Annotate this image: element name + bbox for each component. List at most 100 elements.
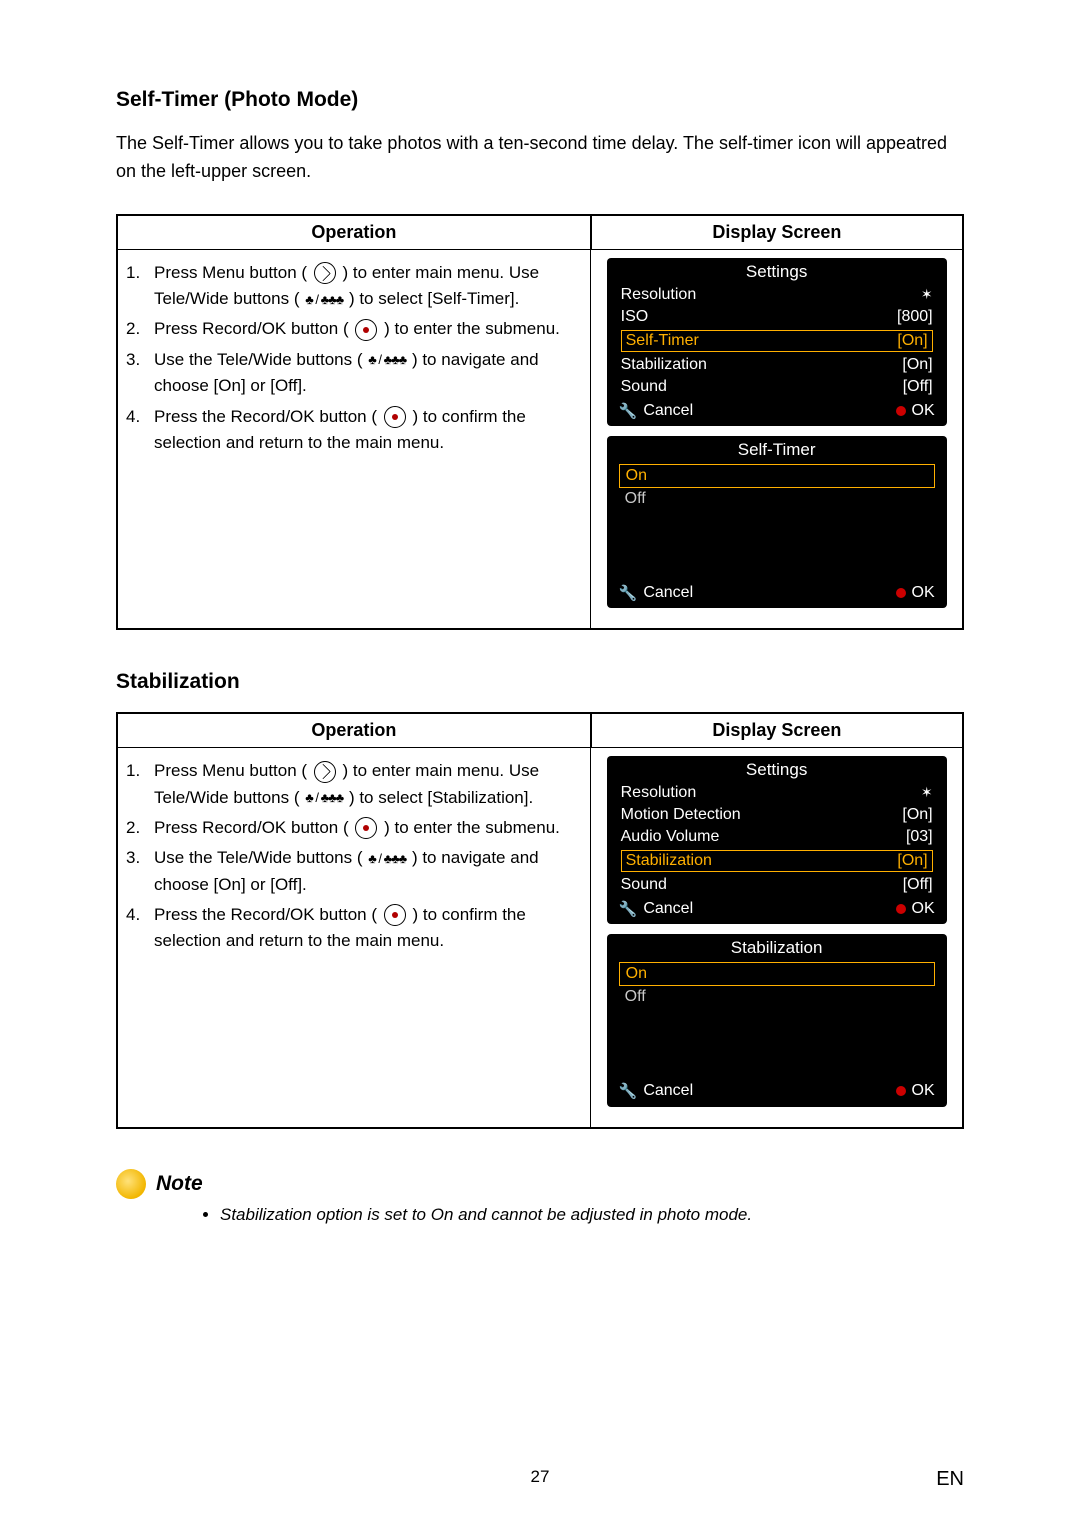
- t: OK: [912, 900, 935, 917]
- lcd-title: Self-Timer: [607, 436, 947, 462]
- lcd-row-value: [Off]: [903, 876, 933, 894]
- col-operation: Operation: [117, 215, 591, 250]
- wrench-icon: 🔧: [619, 584, 638, 602]
- lcd-row-label: Sound: [621, 378, 667, 396]
- t: Press the Record/OK button (: [154, 407, 377, 426]
- lcd-row-value: [Off]: [903, 378, 933, 396]
- record-ok-icon: [355, 319, 377, 341]
- star-icon: ✶: [921, 286, 933, 304]
- lcd-row-label: Audio Volume: [621, 828, 720, 846]
- t: Cancel: [643, 584, 693, 601]
- step-text: Use the Tele/Wide buttons ( ♣ / ♣♣♣ ) to…: [154, 845, 578, 898]
- lcd-cancel: 🔧 Cancel: [619, 402, 694, 420]
- t: Press Menu button (: [154, 263, 307, 282]
- lcd-row-label: Stabilization: [626, 852, 712, 870]
- step-num: 4.: [126, 404, 154, 457]
- wrench-icon: 🔧: [619, 402, 638, 420]
- selftimer-table: Operation Display Screen 1. Press Menu b…: [116, 214, 964, 630]
- lcd-row-label: Self-Timer: [626, 332, 699, 350]
- record-dot-icon: [896, 904, 906, 914]
- lcd-ok: OK: [896, 900, 935, 918]
- t: Press Menu button (: [154, 761, 307, 780]
- step-num: 1.: [126, 260, 154, 313]
- t: Press the Record/OK button (: [154, 905, 377, 924]
- t: Use the Tele/Wide buttons (: [154, 848, 363, 867]
- tele-wide-icon: ♣ / ♣♣♣: [368, 350, 406, 370]
- step-num: 3.: [126, 347, 154, 400]
- lcd-option-on: On: [619, 464, 935, 488]
- lcd-row-value: [03]: [906, 828, 933, 846]
- t: Cancel: [643, 1083, 693, 1100]
- step-text: Press the Record/OK button ( ) to confir…: [154, 404, 578, 457]
- lcd-option-off: Off: [619, 986, 935, 1008]
- tele-wide-icon: ♣ / ♣♣♣: [305, 290, 343, 310]
- t: ) to enter the submenu.: [384, 319, 560, 338]
- col-display: Display Screen: [591, 215, 963, 250]
- lcd-row-label: Motion Detection: [621, 806, 741, 824]
- lcd-row-value: [On]: [902, 806, 932, 824]
- t: OK: [912, 584, 935, 601]
- stabilization-operation-cell: 1. Press Menu button ( ) to enter main m…: [117, 748, 591, 1128]
- wrench-icon: 🔧: [619, 900, 638, 918]
- lcd-cancel: 🔧 Cancel: [619, 900, 694, 918]
- lcd-row-value: [On]: [902, 356, 932, 374]
- t: OK: [912, 1082, 935, 1099]
- col-operation: Operation: [117, 713, 591, 748]
- lcd-row-label: Resolution: [621, 784, 697, 802]
- lcd-row-label: ISO: [621, 308, 649, 326]
- stabilization-heading: Stabilization: [116, 670, 964, 694]
- lcd-ok: OK: [896, 402, 935, 420]
- stabilization-table: Operation Display Screen 1. Press Menu b…: [116, 712, 964, 1128]
- record-dot-icon: [896, 1086, 906, 1096]
- step-num: 1.: [126, 758, 154, 811]
- lcd-row-value: [On]: [897, 852, 927, 870]
- record-dot-icon: [896, 406, 906, 416]
- lcd-ok: OK: [896, 1082, 935, 1100]
- step-num: 2.: [126, 316, 154, 342]
- lcd-title: Settings: [607, 756, 947, 782]
- t: Press Record/OK button (: [154, 319, 349, 338]
- t: OK: [912, 402, 935, 419]
- t: ) to enter the submenu.: [384, 818, 560, 837]
- note-block: Note Stabilization option is set to On a…: [116, 1169, 964, 1225]
- step-num: 3.: [126, 845, 154, 898]
- lcd-selftimer-sub: Self-Timer On Off 🔧 Cancel OK: [607, 436, 947, 608]
- lcd-settings: Settings Resolution ✶ Motion Detection […: [607, 756, 947, 924]
- menu-button-icon: [314, 761, 336, 783]
- menu-button-icon: [314, 262, 336, 284]
- lcd-row-value: [800]: [897, 308, 933, 326]
- lcd-ok: OK: [896, 584, 935, 602]
- record-ok-icon: [355, 817, 377, 839]
- step-text: Press Menu button ( ) to enter main menu…: [154, 758, 578, 811]
- t: ) to select [Stabilization].: [349, 788, 533, 807]
- lcd-row-label: Sound: [621, 876, 667, 894]
- lcd-settings: Settings Resolution ✶ ISO [800] Self-Tim…: [607, 258, 947, 426]
- lightbulb-icon: [116, 1169, 146, 1199]
- step-num: 2.: [126, 815, 154, 841]
- tele-wide-icon: ♣ / ♣♣♣: [368, 849, 406, 869]
- lcd-option-off: Off: [619, 488, 935, 510]
- selftimer-display-cell: Settings Resolution ✶ ISO [800] Self-Tim…: [591, 249, 963, 629]
- lcd-row-label: Stabilization: [621, 356, 707, 374]
- step-text: Press Menu button ( ) to enter main menu…: [154, 260, 578, 313]
- lcd-row-value: [On]: [897, 332, 927, 350]
- note-item: Stabilization option is set to On and ca…: [220, 1205, 964, 1225]
- lcd-cancel: 🔧Cancel: [619, 1082, 694, 1100]
- t: Cancel: [643, 402, 693, 419]
- page-number: 27: [0, 1467, 1080, 1487]
- lcd-cancel: 🔧 Cancel: [619, 584, 694, 602]
- step-num: 4.: [126, 902, 154, 955]
- step-text: Press Record/OK button ( ) to enter the …: [154, 815, 578, 841]
- lcd-stabilization-sub: Stabilization On Off 🔧Cancel OK: [607, 934, 947, 1106]
- tele-wide-icon: ♣ / ♣♣♣: [305, 788, 343, 808]
- t: Cancel: [643, 900, 693, 917]
- selftimer-operation-cell: 1. Press Menu button ( ) to enter main m…: [117, 249, 591, 629]
- record-ok-icon: [384, 406, 406, 428]
- page-language: EN: [936, 1468, 964, 1491]
- stabilization-display-cell: Settings Resolution ✶ Motion Detection […: [591, 748, 963, 1128]
- record-dot-icon: [896, 588, 906, 598]
- step-text: Use the Tele/Wide buttons ( ♣ / ♣♣♣ ) to…: [154, 347, 578, 400]
- step-text: Press Record/OK button ( ) to enter the …: [154, 316, 578, 342]
- step-text: Press the Record/OK button ( ) to confir…: [154, 902, 578, 955]
- t: Press Record/OK button (: [154, 818, 349, 837]
